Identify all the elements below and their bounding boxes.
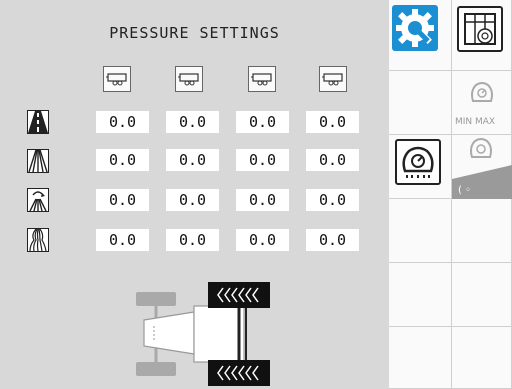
pressure-value[interactable]: 0.0 [236, 149, 289, 171]
pressure-value[interactable]: 0.0 [96, 149, 149, 171]
pressure-value[interactable]: 0.0 [306, 111, 359, 133]
table-gauge-icon [464, 13, 496, 45]
pressure-value[interactable]: 0.0 [166, 229, 219, 251]
soft-soil-icon [27, 228, 49, 252]
trailer-icon [175, 66, 203, 92]
trailer-icon [248, 66, 276, 92]
menu-cell[interactable] [389, 0, 452, 71]
menu-cell [452, 199, 512, 263]
menu-cell[interactable] [452, 0, 512, 71]
menu-cell [389, 199, 452, 263]
pressure-value[interactable]: 0.0 [306, 149, 359, 171]
trailer-icon [319, 66, 347, 92]
pressure-value[interactable]: 0.0 [306, 189, 359, 211]
menu-cell[interactable]: MIN MAX [452, 71, 512, 135]
tire-pressure-button[interactable] [395, 139, 441, 185]
menu-cell [389, 327, 452, 389]
settings-wrench-button[interactable] [392, 5, 438, 51]
pressure-value[interactable]: 0.0 [166, 189, 219, 211]
trailer-icon [103, 66, 131, 92]
road-icon [27, 110, 49, 134]
menu-cell [452, 263, 512, 327]
tire-pressure-icon [402, 146, 434, 178]
menu-cell[interactable]: ( ◦ [452, 135, 512, 199]
pressure-value[interactable]: 0.0 [236, 111, 289, 133]
pressure-value[interactable]: 0.0 [166, 149, 219, 171]
pressure-settings-panel: PRESSURE SETTINGS 0.0 0.0 0.0 0.0 0.0 0.… [0, 0, 389, 389]
pressure-table-button[interactable] [457, 6, 503, 52]
svg-text:( ◦: ( ◦ [458, 185, 471, 196]
field-turn-icon [27, 188, 49, 212]
tire-pressure-minmax-icon [471, 82, 493, 102]
menu-cell [452, 327, 512, 389]
pressure-value[interactable]: 0.0 [96, 111, 149, 133]
pressure-value[interactable]: 0.0 [306, 229, 359, 251]
side-menu: MIN MAX ( ◦ [389, 0, 512, 389]
tractor-top-view-illustration [136, 282, 270, 386]
menu-cell [389, 71, 452, 135]
min-max-label: MIN MAX [455, 117, 496, 127]
page-title: PRESSURE SETTINGS [109, 24, 280, 42]
tire-pressure-slope-icon: ( ◦ [452, 138, 512, 199]
menu-cell[interactable] [389, 135, 452, 199]
pressure-value[interactable]: 0.0 [166, 111, 219, 133]
pressure-value[interactable]: 0.0 [96, 189, 149, 211]
pressure-value[interactable]: 0.0 [236, 229, 289, 251]
gear-wrench-icon [396, 9, 434, 47]
pressure-value[interactable]: 0.0 [96, 229, 149, 251]
field-icon [27, 149, 49, 173]
pressure-value[interactable]: 0.0 [236, 189, 289, 211]
menu-cell [389, 263, 452, 327]
